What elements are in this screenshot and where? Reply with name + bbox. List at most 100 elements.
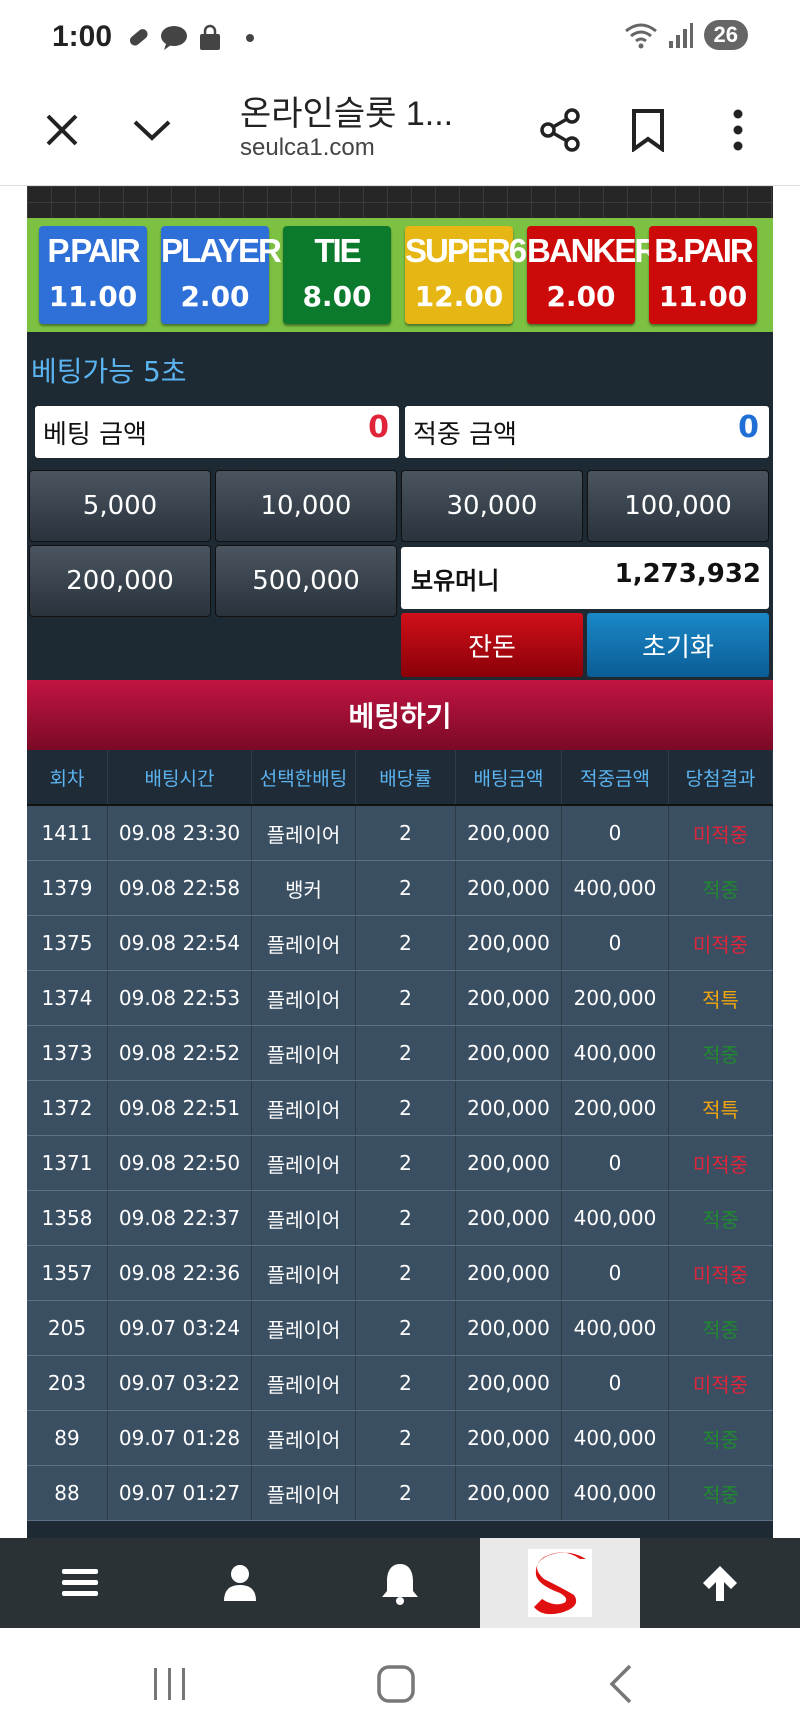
table-cell: 플레이어	[252, 916, 356, 970]
table-cell: 플레이어	[252, 806, 356, 860]
column-header: 선택한배팅	[252, 750, 356, 804]
table-cell: 09.07 03:22	[108, 1356, 252, 1410]
bookmark-icon[interactable]	[618, 100, 678, 160]
chip-30000[interactable]: 30,000	[401, 470, 583, 542]
table-cell: 2	[356, 1136, 456, 1190]
reset-button[interactable]: 초기화	[587, 613, 769, 677]
result-cell: 적중	[669, 1301, 773, 1355]
bell-icon[interactable]	[320, 1538, 480, 1628]
table-cell: 09.07 01:27	[108, 1466, 252, 1520]
bet-amount-label: 베팅 금액	[43, 420, 147, 450]
odd-button-super6[interactable]: SUPER6 12.00	[405, 226, 527, 324]
system-indicators: 26	[624, 20, 748, 50]
chip-100000[interactable]: 100,000	[587, 470, 769, 542]
odd-value: 12.00	[414, 280, 504, 313]
balance-label: 보유머니	[411, 567, 500, 595]
table-cell: 400,000	[562, 1026, 669, 1080]
page-url[interactable]: seulca1.com	[240, 134, 375, 162]
odd-value: 11.00	[658, 280, 748, 313]
odd-name: P.PAIR	[47, 232, 140, 269]
table-cell: 09.08 22:53	[108, 971, 252, 1025]
odd-button-p-pair[interactable]: P.PAIR 11.00	[39, 226, 147, 324]
close-icon[interactable]	[32, 100, 92, 160]
odd-button-player[interactable]: PLAYER 2.00	[161, 226, 282, 324]
table-cell: 2	[356, 1026, 456, 1080]
table-cell: 플레이어	[252, 1411, 356, 1465]
table-cell: 09.07 03:24	[108, 1301, 252, 1355]
table-cell: 400,000	[562, 1411, 669, 1465]
result-cell: 미적중	[669, 1136, 773, 1190]
share-icon[interactable]	[530, 100, 590, 160]
arrow-up-icon[interactable]	[640, 1538, 800, 1628]
odd-button-b-pair[interactable]: B.PAIR 11.00	[649, 226, 757, 324]
table-header: 회차 배팅시간 선택한배팅 배당률 배팅금액 적중금액 당첨결과	[27, 750, 773, 806]
result-cell: 적중	[669, 1026, 773, 1080]
recent-apps-icon[interactable]	[150, 1664, 190, 1708]
table-cell: 플레이어	[252, 971, 356, 1025]
table-row: 1357 09.08 22:36 플레이어 2 200,000 0 미적중	[27, 1246, 773, 1301]
table-cell: 플레이어	[252, 1246, 356, 1300]
table-row: 1411 09.08 23:30 플레이어 2 200,000 0 미적중	[27, 806, 773, 861]
chip-5000[interactable]: 5,000	[29, 470, 211, 542]
table-cell: 2	[356, 806, 456, 860]
chip-200000[interactable]: 200,000	[29, 545, 211, 617]
table-cell: 200,000	[456, 916, 562, 970]
page-title[interactable]: 온라인슬롯 1...	[240, 86, 453, 135]
table-row: 1358 09.08 22:37 플레이어 2 200,000 400,000 적중	[27, 1191, 773, 1246]
browser-toolbar: 온라인슬롯 1... seulca1.com	[0, 76, 800, 186]
table-cell: 1373	[27, 1026, 108, 1080]
table-row: 1373 09.08 22:52 플레이어 2 200,000 400,000 적중	[27, 1026, 773, 1081]
chevron-down-icon[interactable]	[122, 100, 182, 160]
table-cell: 1358	[27, 1191, 108, 1245]
table-row: 88 09.07 01:27 플레이어 2 200,000 400,000 적중	[27, 1466, 773, 1521]
result-cell: 적중	[669, 861, 773, 915]
table-row: 205 09.07 03:24 플레이어 2 200,000 400,000 적중	[27, 1301, 773, 1356]
result-cell: 적특	[669, 1081, 773, 1135]
system-navigation-bar	[0, 1628, 800, 1734]
table-cell: 1411	[27, 806, 108, 860]
odd-value: 11.00	[48, 280, 138, 313]
table-row: 203 09.07 03:22 플레이어 2 200,000 0 미적중	[27, 1356, 773, 1411]
more-options-icon[interactable]	[708, 100, 768, 160]
odd-button-banker[interactable]: BANKER 2.00	[527, 226, 658, 324]
odd-button-tie[interactable]: TIE 8.00	[283, 226, 391, 324]
table-cell: 2	[356, 1411, 456, 1465]
chip-500000[interactable]: 500,000	[215, 545, 397, 617]
notification-icons	[124, 24, 254, 52]
status-time: 1:00	[52, 20, 113, 53]
site-logo[interactable]	[480, 1538, 640, 1628]
chip-10000[interactable]: 10,000	[215, 470, 397, 542]
bet-amount-value: 0	[368, 410, 389, 445]
user-icon[interactable]	[160, 1538, 320, 1628]
back-icon[interactable]	[606, 1662, 636, 1710]
result-cell: 미적중	[669, 1246, 773, 1300]
odd-value: 2.00	[180, 280, 250, 313]
odd-value: 2.00	[546, 280, 616, 313]
result-cell: 적중	[669, 1411, 773, 1465]
table-row: 1372 09.08 22:51 플레이어 2 200,000 200,000 적특	[27, 1081, 773, 1136]
table-cell: 88	[27, 1466, 108, 1520]
odds-panel: P.PAIR 11.00 PLAYER 2.00 TIE 8.00 SUPER6…	[27, 218, 773, 332]
odd-name: PLAYER	[161, 232, 282, 269]
column-header: 배팅시간	[108, 750, 252, 804]
place-bet-button[interactable]: 베팅하기	[27, 680, 773, 750]
change-button[interactable]: 잔돈	[401, 613, 583, 677]
table-cell: 2	[356, 1356, 456, 1410]
odd-name: B.PAIR	[654, 232, 753, 269]
table-cell: 2	[356, 1301, 456, 1355]
table-cell: 0	[562, 1356, 669, 1410]
menu-icon[interactable]	[0, 1538, 160, 1628]
baccarat-betting-page: P.PAIR 11.00 PLAYER 2.00 TIE 8.00 SUPER6…	[27, 186, 773, 1538]
table-cell: 플레이어	[252, 1026, 356, 1080]
table-row: 1374 09.08 22:53 플레이어 2 200,000 200,000 적특	[27, 971, 773, 1026]
table-cell: 플레이어	[252, 1191, 356, 1245]
table-cell: 09.08 22:54	[108, 916, 252, 970]
wifi-icon	[624, 23, 657, 49]
table-cell: 200,000	[456, 971, 562, 1025]
table-row: 89 09.07 01:28 플레이어 2 200,000 400,000 적중	[27, 1411, 773, 1466]
home-icon[interactable]	[374, 1662, 418, 1710]
table-cell: 200,000	[456, 1191, 562, 1245]
result-cell: 미적중	[669, 1356, 773, 1410]
table-cell: 200,000	[456, 1466, 562, 1520]
table-cell: 400,000	[562, 1301, 669, 1355]
